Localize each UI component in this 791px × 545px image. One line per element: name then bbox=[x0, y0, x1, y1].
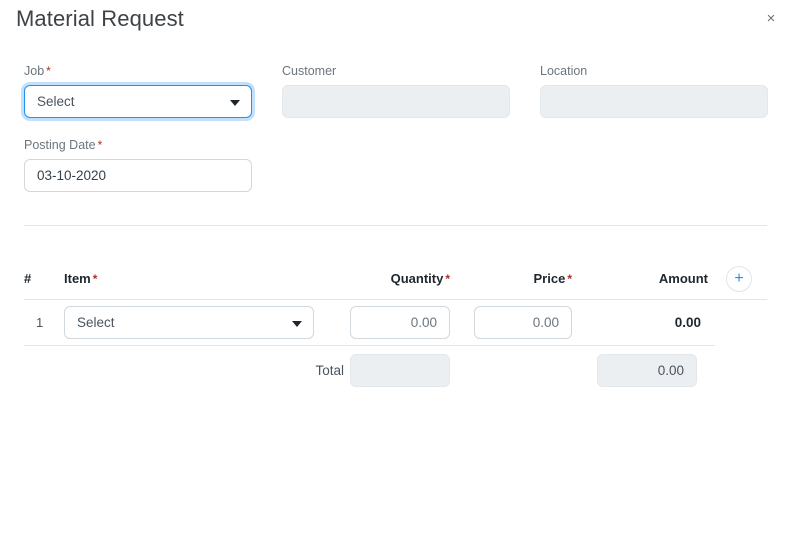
dialog-header: Material Request × bbox=[0, 0, 791, 44]
total-quantity-cell bbox=[350, 346, 450, 394]
location-input[interactable] bbox=[540, 85, 768, 118]
quantity-input[interactable]: 0.00 bbox=[350, 306, 450, 339]
total-amount-field: 0.00 bbox=[597, 353, 697, 387]
column-header-quantity-text: Quantity bbox=[390, 271, 444, 286]
field-label-customer: Customer bbox=[282, 64, 337, 78]
page-title: Material Request bbox=[16, 6, 184, 31]
chevron-down-icon bbox=[292, 320, 302, 327]
required-indicator-quantity: * bbox=[445, 271, 450, 286]
column-header-item-text: Item bbox=[64, 271, 91, 286]
row-quantity-cell: 0.00 bbox=[350, 300, 450, 345]
field-label-location: Location bbox=[540, 64, 588, 78]
items-grid-header: # Item * Quantity * Price * Amount + bbox=[24, 258, 767, 300]
field-customer: Customer bbox=[282, 64, 510, 118]
material-request-dialog: Material Request × Job * Select Customer … bbox=[0, 0, 791, 545]
column-header-quantity: Quantity * bbox=[350, 258, 450, 299]
row-price-cell: 0.00 bbox=[474, 300, 572, 345]
field-label-posting-date: Posting Date * bbox=[24, 138, 252, 153]
field-posting-date: Posting Date * 03-10-2020 bbox=[24, 138, 252, 192]
add-row-cell: + bbox=[714, 258, 764, 299]
plus-icon[interactable]: + bbox=[726, 265, 752, 292]
column-header-price-text: Price bbox=[533, 271, 566, 286]
customer-input[interactable] bbox=[282, 85, 510, 118]
table-row: 1 Select 0.00 0.00 0.00 bbox=[24, 300, 715, 346]
total-quantity-field bbox=[350, 353, 450, 387]
section-divider bbox=[24, 225, 767, 226]
total-amount-cell: 0.00 bbox=[597, 346, 697, 394]
posting-date-value: 03-10-2020 bbox=[37, 168, 107, 183]
total-label: Total bbox=[315, 362, 344, 378]
required-indicator-job: * bbox=[46, 64, 51, 78]
items-grid-total-row: Total 0.00 bbox=[24, 346, 767, 394]
field-label-job: Job * bbox=[24, 64, 252, 79]
required-indicator-item: * bbox=[92, 271, 98, 286]
column-header-index: # bbox=[24, 271, 32, 286]
field-location: Location bbox=[540, 64, 768, 118]
price-input[interactable]: 0.00 bbox=[474, 306, 572, 339]
required-indicator-price: * bbox=[567, 271, 572, 286]
row-item-cell: Select bbox=[64, 300, 324, 345]
field-label-job-text: Job bbox=[24, 64, 45, 78]
items-grid: # Item * Quantity * Price * Amount + 1 Sele… bbox=[0, 258, 791, 394]
field-job: Job * Select bbox=[24, 64, 252, 118]
posting-date-input[interactable]: 03-10-2020 bbox=[24, 159, 252, 192]
row-amount-value: 0.00 bbox=[674, 315, 701, 330]
item-select[interactable]: Select bbox=[64, 306, 314, 339]
job-select[interactable]: Select bbox=[24, 85, 252, 118]
close-icon[interactable]: × bbox=[759, 6, 783, 30]
required-indicator-posting-date: * bbox=[97, 138, 103, 152]
row-index: 1 bbox=[36, 315, 44, 330]
field-label-posting-date-text: Posting Date bbox=[24, 138, 96, 152]
job-select-value: Select bbox=[37, 94, 75, 109]
column-header-price: Price * bbox=[474, 258, 572, 299]
column-header-amount: Amount bbox=[658, 271, 708, 286]
item-select-value: Select bbox=[77, 315, 115, 330]
chevron-down-icon bbox=[230, 99, 240, 106]
column-header-item: Item * bbox=[64, 258, 324, 299]
